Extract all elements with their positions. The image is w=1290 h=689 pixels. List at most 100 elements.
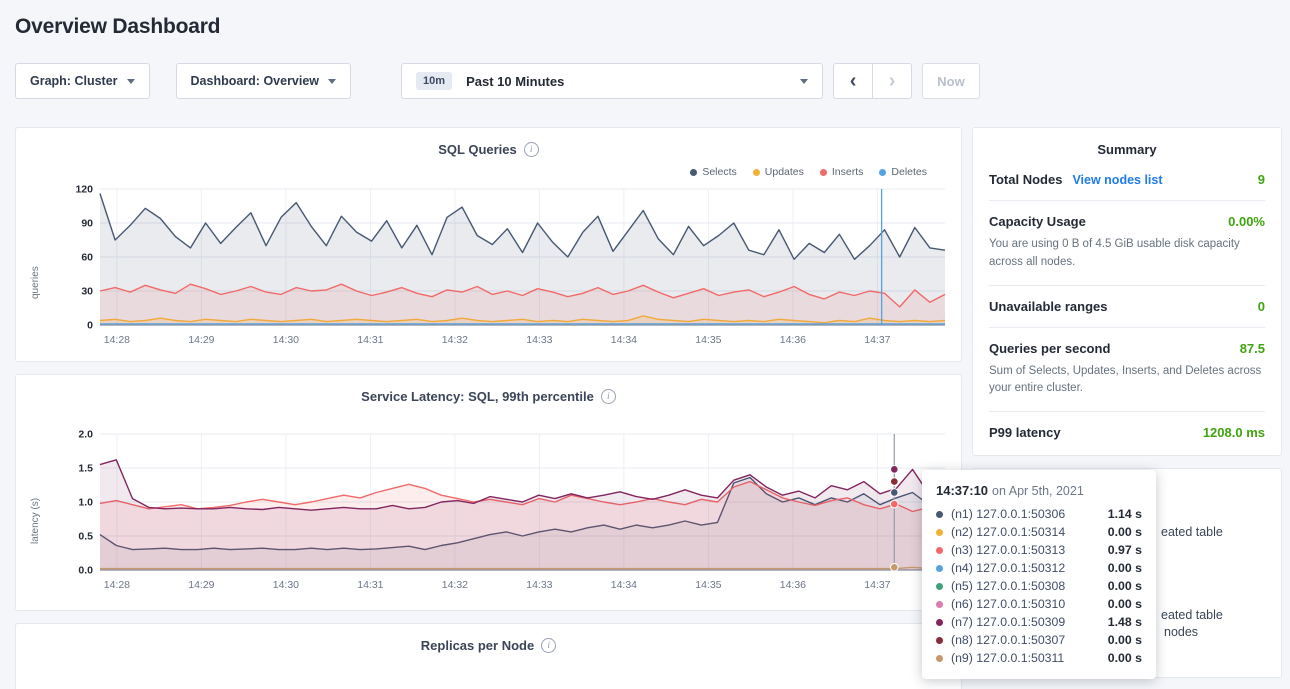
chart-card-replicas-per-node: Replicas per Node (15, 623, 962, 689)
summary-row-header: Unavailable ranges 0 (989, 299, 1265, 314)
event-text-fragment: eated table (1161, 608, 1223, 622)
tooltip-row: (n6) 127.0.0.1:503100.00 s (936, 595, 1142, 613)
legend-item: Deletes (879, 165, 927, 179)
legend-dot-icon (753, 169, 760, 176)
svg-text:14:29: 14:29 (188, 579, 214, 591)
next-time-button[interactable]: › (872, 63, 912, 99)
summary-label: Unavailable ranges (989, 299, 1108, 314)
svg-text:2.0: 2.0 (78, 429, 93, 441)
tooltip-node-value: 1.48 s (1108, 615, 1142, 629)
svg-text:14:30: 14:30 (273, 579, 299, 591)
legend-dot-icon (820, 169, 827, 176)
tooltip-node-name: (n4) 127.0.0.1:50312 (951, 561, 1108, 575)
tooltip-row: (n8) 127.0.0.1:503070.00 s (936, 631, 1142, 649)
summary-value: 9 (1258, 172, 1265, 187)
tooltip-node-name: (n8) 127.0.0.1:50307 (951, 633, 1108, 647)
summary-label: P99 latency (989, 425, 1061, 440)
tooltip-node-name: (n5) 127.0.0.1:50308 (951, 579, 1108, 593)
view-nodes-list-link[interactable]: View nodes list (1072, 173, 1162, 187)
chart-title-row: SQL Queries (26, 142, 951, 157)
chart-plot-area[interactable]: queries 14:2814:2914:3014:3114:3214:3314… (26, 181, 951, 353)
svg-text:14:30: 14:30 (273, 334, 299, 346)
chart-plot-area[interactable]: latency (s) 14:2814:2914:3014:3114:3214:… (26, 426, 951, 598)
summary-value: 1208.0 ms (1203, 425, 1265, 440)
series-dot-icon (936, 655, 943, 662)
y-axis-label: latency (s) (30, 498, 41, 544)
tooltip-node-value: 0.00 s (1108, 525, 1142, 539)
chart-title-row: Service Latency: SQL, 99th percentile (26, 389, 951, 404)
svg-text:90: 90 (81, 218, 93, 230)
time-step-buttons: ‹ › (833, 63, 912, 99)
tooltip-node-value: 1.14 s (1108, 507, 1142, 521)
svg-text:0.0: 0.0 (78, 565, 93, 577)
chart-title: SQL Queries (438, 142, 517, 157)
series-dot-icon (936, 529, 943, 536)
time-range-badge: 10m (416, 72, 452, 90)
svg-text:1.5: 1.5 (78, 463, 93, 475)
chevron-down-icon (328, 79, 336, 84)
page-title: Overview Dashboard (15, 0, 1282, 39)
tooltip-node-name: (n9) 127.0.0.1:50311 (951, 651, 1108, 665)
now-button[interactable]: Now (922, 63, 980, 99)
summary-description: You are using 0 B of 4.5 GiB usable disk… (989, 236, 1265, 272)
svg-text:0.5: 0.5 (78, 531, 93, 543)
summary-row-header: Total Nodes View nodes list 9 (989, 172, 1265, 187)
tooltip-row: (n1) 127.0.0.1:503061.14 s (936, 505, 1142, 523)
chart-title: Replicas per Node (421, 638, 534, 653)
series-dot-icon (936, 583, 943, 590)
summary-row: Capacity Usage 0.00% You are using 0 B of … (989, 201, 1265, 286)
svg-text:14:35: 14:35 (695, 579, 721, 591)
legend-item: Inserts (820, 165, 864, 179)
legend-label: Updates (765, 166, 804, 178)
svg-text:14:35: 14:35 (695, 334, 721, 346)
tooltip-node-value: 0.00 s (1108, 633, 1142, 647)
chart-plot-area[interactable] (26, 655, 951, 689)
svg-text:14:31: 14:31 (357, 334, 383, 346)
series-dot-icon (936, 619, 943, 626)
summary-title: Summary (989, 142, 1265, 157)
summary-row-header: Capacity Usage 0.00% (989, 214, 1265, 229)
info-icon[interactable] (524, 142, 539, 157)
series-dot-icon (936, 547, 943, 554)
y-axis-label: queries (30, 266, 41, 299)
info-icon[interactable] (601, 389, 616, 404)
svg-text:60: 60 (81, 252, 93, 264)
tooltip-title: 14:37:10on Apr 5th, 2021 (936, 483, 1142, 498)
tooltip-node-value: 0.97 s (1108, 543, 1142, 557)
summary-panel: Summary Total Nodes View nodes list 9 Capac… (972, 127, 1282, 456)
tooltip-node-value: 0.00 s (1108, 561, 1142, 575)
summary-row: P99 latency 1208.0 ms (989, 412, 1265, 453)
dashboard-dropdown[interactable]: Dashboard: Overview (176, 63, 352, 99)
info-icon[interactable] (541, 638, 556, 653)
summary-label: Total Nodes (989, 172, 1062, 187)
legend-dot-icon (690, 169, 697, 176)
tooltip-row: (n7) 127.0.0.1:503091.48 s (936, 613, 1142, 631)
tooltip-node-name: (n3) 127.0.0.1:50313 (951, 543, 1108, 557)
summary-label: Capacity Usage (989, 214, 1086, 229)
tooltip-node-value: 0.00 s (1108, 597, 1142, 611)
summary-row: Total Nodes View nodes list 9 (989, 159, 1265, 201)
svg-text:14:33: 14:33 (526, 579, 552, 591)
svg-text:14:36: 14:36 (780, 579, 806, 591)
svg-text:14:37: 14:37 (864, 334, 890, 346)
time-range-picker[interactable]: 10m Past 10 Minutes (401, 63, 823, 99)
legend-item: Selects (690, 165, 736, 179)
svg-text:0: 0 (87, 320, 93, 332)
tooltip-row: (n3) 127.0.0.1:503130.97 s (936, 541, 1142, 559)
chart-card-service-latency: Service Latency: SQL, 99th percentile la… (15, 374, 962, 611)
summary-value: 0 (1258, 299, 1265, 314)
svg-text:14:28: 14:28 (104, 334, 130, 346)
chart-svg[interactable]: 14:2814:2914:3014:3114:3214:3314:3414:35… (48, 426, 953, 596)
prev-time-button[interactable]: ‹ (833, 63, 873, 99)
tooltip-node-value: 0.00 s (1108, 579, 1142, 593)
series-dot-icon (936, 511, 943, 518)
chart-svg[interactable]: 14:2814:2914:3014:3114:3214:3314:3414:35… (48, 181, 953, 351)
time-range-label: Past 10 Minutes (466, 74, 564, 89)
tooltip-node-name: (n2) 127.0.0.1:50314 (951, 525, 1108, 539)
chart-card-sql-queries: SQL Queries Selects Updates Inserts Deletes… (15, 127, 962, 362)
charts-column: SQL Queries Selects Updates Inserts Deletes… (15, 127, 962, 689)
graph-dropdown[interactable]: Graph: Cluster (15, 63, 150, 99)
tooltip-row: (n4) 127.0.0.1:503120.00 s (936, 559, 1142, 577)
summary-value: 0.00% (1228, 214, 1265, 229)
summary-row: Queries per second87.5Sum of Selects, Up… (989, 328, 1265, 413)
